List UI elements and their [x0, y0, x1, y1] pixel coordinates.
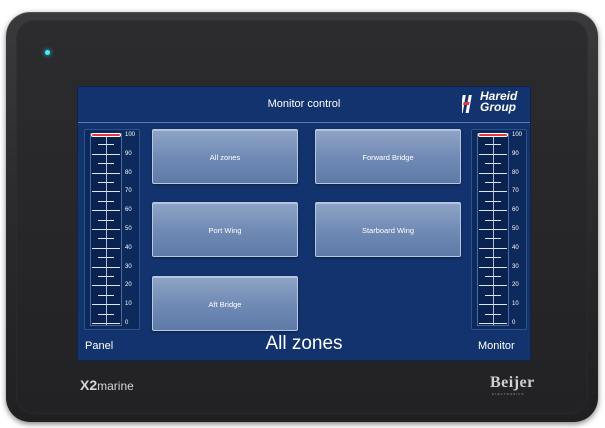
scale-tick-major [479, 153, 507, 155]
scale-tick-major [92, 229, 120, 230]
scale-tick-minor [98, 144, 114, 146]
scale-tick-label: 100 [512, 132, 523, 138]
scale-tick-label: 90 [512, 150, 519, 157]
scale-tick-major [479, 266, 507, 268]
scale-tick-label: 100 [125, 132, 136, 138]
zone-button-port-wing[interactable]: Port Wing [152, 202, 298, 257]
scale-tick-major [479, 247, 507, 249]
brand-x2: X2 [80, 377, 98, 393]
scale-tick-label: 90 [125, 150, 132, 157]
beijer-brand: Beijer [490, 374, 535, 391]
header-bar: Monitor control Hareid Group [78, 87, 530, 123]
scale-tick-label: 30 [125, 263, 132, 270]
scale-tick-major [92, 285, 120, 287]
brand-marine: marine [97, 379, 134, 393]
scale-tick-label: 60 [125, 207, 132, 214]
zone-button-forward-bridge[interactable]: Forward Bridge [315, 129, 461, 184]
scale-tick-label: 70 [125, 188, 132, 195]
scale-tick-label: 60 [512, 207, 519, 214]
scale-tick-minor [485, 182, 501, 183]
scale-tick-major [92, 304, 120, 306]
hareid-logo-icon [462, 95, 472, 113]
power-led-icon [45, 50, 50, 55]
scale-tick-label: 10 [125, 301, 132, 308]
monitor-level-scale[interactable]: 100 90 80 70 60 50 40 30 20 10 0 [471, 129, 527, 330]
scale-tick-major [92, 247, 120, 249]
scale-tick-label: 10 [512, 301, 519, 308]
level-indicator-handle[interactable] [478, 133, 508, 137]
scale-tick-major [92, 323, 120, 324]
scale-tick-label: 40 [125, 244, 132, 251]
zone-button-aft-bridge[interactable]: Aft Bridge [152, 276, 298, 331]
scale-tick-major [92, 153, 120, 155]
scale-tick-label: 80 [125, 169, 132, 176]
scale-tick-major [92, 172, 120, 174]
scale-tick-major [479, 229, 507, 230]
scale-tick-label: 50 [125, 226, 132, 232]
beijer-brand-sub: ELECTRONICS [492, 392, 525, 396]
x2-marine-brand: X2marine [80, 377, 134, 393]
scale-tick-major [479, 210, 507, 212]
hmi-screen: Monitor control Hareid Group 100 90 80 70 60… [77, 86, 531, 361]
scale-tick-major [479, 191, 507, 193]
scale-tick-minor [485, 257, 501, 259]
scale-tick-label: 0 [512, 320, 516, 326]
zone-button-starboard-wing[interactable]: Starboard Wing [315, 202, 461, 257]
level-indicator-handle[interactable] [91, 133, 121, 137]
scale-tick-label: 50 [512, 226, 519, 232]
scale-tick-minor [98, 163, 114, 165]
scale-tick-minor [485, 144, 501, 146]
panel-level-scale[interactable]: 100 90 80 70 60 50 40 30 20 10 0 [84, 129, 140, 330]
scale-tick-major [479, 323, 507, 324]
scale-tick-major [479, 285, 507, 287]
logo-line2: Group [480, 100, 516, 114]
scale-tick-minor [98, 200, 114, 202]
scale-tick-minor [98, 219, 114, 221]
hareid-logo: Hareid Group [462, 90, 526, 117]
scale-tick-minor [485, 294, 501, 296]
scale-tick-major [92, 191, 120, 193]
scale-tick-minor [98, 238, 114, 240]
scale-tick-minor [98, 294, 114, 296]
scale-tick-minor [98, 276, 114, 277]
scale-tick-minor [485, 276, 501, 277]
scale-tick-minor [98, 257, 114, 259]
scale-tick-major [92, 266, 120, 268]
scale-tick-minor [485, 163, 501, 165]
scale-tick-minor [485, 238, 501, 240]
scale-tick-major [92, 210, 120, 212]
scale-tick-label: 20 [125, 282, 132, 289]
scale-tick-minor [485, 313, 501, 315]
scale-tick-label: 30 [512, 263, 519, 270]
scale-tick-label: 0 [125, 320, 129, 326]
scale-tick-label: 20 [512, 282, 519, 289]
scale-tick-label: 70 [512, 188, 519, 195]
scale-tick-label: 40 [512, 244, 519, 251]
scale-tick-label: 80 [512, 169, 519, 176]
scale-tick-major [479, 172, 507, 174]
monitor-label: Monitor [478, 340, 515, 352]
scale-tick-minor [98, 313, 114, 315]
scale-tick-minor [485, 200, 501, 202]
scale-tick-minor [98, 182, 114, 183]
scale-tick-major [479, 304, 507, 306]
zone-button-all-zones[interactable]: All zones [152, 129, 298, 184]
scale-tick-minor [485, 219, 501, 221]
selected-zone-status: All zones [265, 333, 343, 354]
